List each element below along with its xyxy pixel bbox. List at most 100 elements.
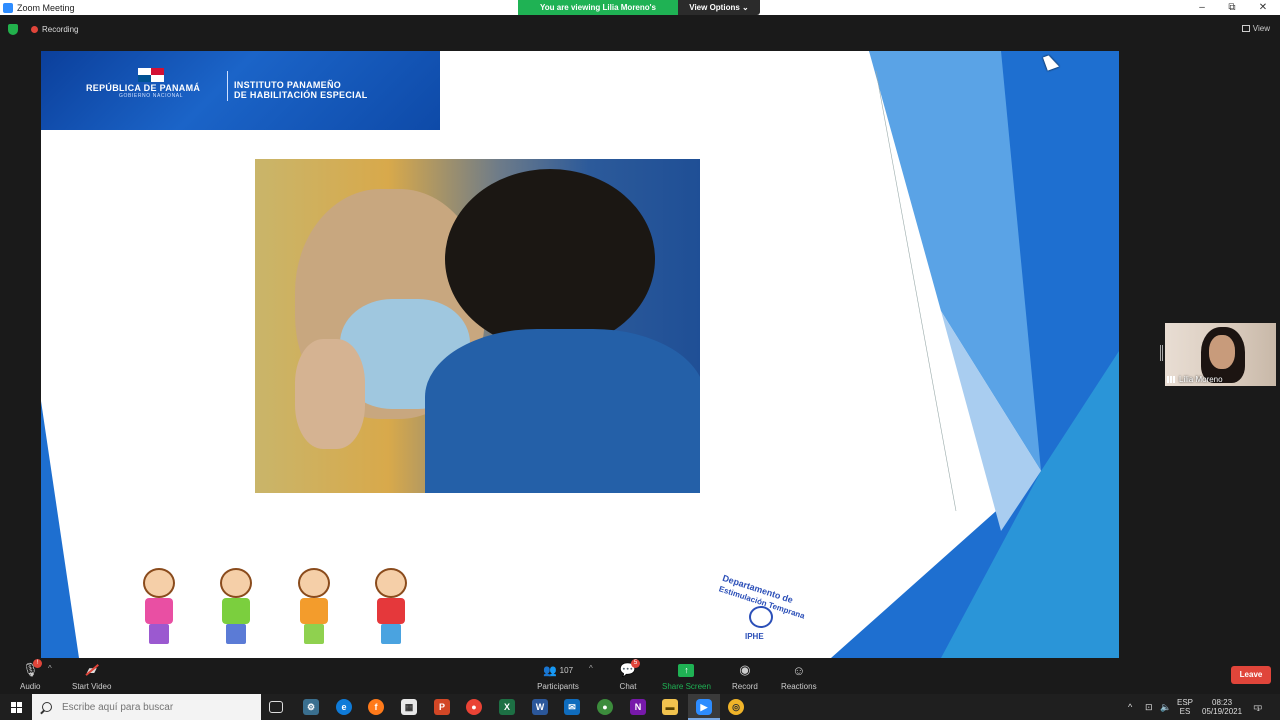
app-settings-icon[interactable]: ⚙ [303,699,319,715]
gallery-view-icon [1241,25,1250,32]
notification-count: 1 [1256,707,1260,713]
search-icon [42,702,52,712]
taskbar-search-input[interactable] [62,701,242,713]
participant-name: Lilia Moreno [1179,375,1223,384]
record-icon: ◉ [739,662,751,677]
record-button[interactable]: ◉ Record [732,660,758,691]
zoom-taskbar-icon[interactable]: ▶ [696,699,712,715]
government-label: GOBIERNO NACIONAL [119,93,184,99]
share-screen-button[interactable]: ↑ Share Screen [662,660,711,691]
audio-label: Audio [20,682,41,691]
zoom-app-icon [3,2,13,13]
dept-logo-org: IPHE [745,632,764,641]
app-circle-icon[interactable]: ◎ [728,699,744,715]
microphone-icon: 🎙! [20,659,43,680]
participants-chevron-icon[interactable]: ^ [589,664,593,673]
language-code: ESP [1177,698,1194,707]
volume-icon[interactable]: 🔈 [1160,694,1171,720]
children-illustration [127,566,423,646]
republic-label: REPÚBLICA DE PANAMÁ [86,83,201,93]
chrome-profile-icon[interactable]: ● [597,699,613,715]
recording-dot-icon [31,26,38,33]
start-button[interactable] [0,694,32,720]
participants-icon: 👥 107 [542,664,574,677]
header-divider [227,71,228,101]
participant-face [1209,335,1235,369]
start-video-button[interactable]: ▰ Start Video [72,660,111,691]
participants-label: Participants [537,682,579,691]
meeting-controls-bar: 🎙! Audio ^ ▰ Start Video 👥107 Participan… [0,658,1280,694]
view-button[interactable]: View [1241,24,1270,33]
left-blue-shape [41,401,79,658]
task-view-icon[interactable] [269,701,283,713]
participant-name-tag: Lilia Moreno [1167,375,1223,384]
department-logo: Departamento de Estimulación Temprana IP… [711,573,821,646]
video-off-icon: ▰ [82,660,102,680]
participant-video-thumbnail[interactable]: Lilia Moreno [1165,323,1276,386]
meeting-info-bar: Recording View [0,15,1280,43]
share-screen-icon: ↑ [676,660,696,680]
view-options-button[interactable]: View Options ⌄ [678,0,760,15]
screen-share-banner: You are viewing Lilia Moreno's screen Vi… [518,0,760,27]
start-video-label: Start Video [72,682,112,691]
ministry-header-band: REPÚBLICA DE PANAMÁ GOBIERNO NACIONAL IN… [41,51,440,130]
signal-strength-icon [1167,376,1176,383]
minimize-button[interactable]: – [1187,0,1217,15]
record-label: Record [732,682,758,691]
notifications-icon[interactable]: ▭ 1 [1253,694,1262,720]
powerpoint-icon[interactable]: P [434,699,450,715]
chat-unread-badge: 5 [631,659,640,668]
firefox-browser-icon[interactable]: f [368,699,384,715]
chat-button[interactable]: 💬 5 Chat [618,659,640,691]
keyboard-layout: ES [1179,707,1191,716]
security-shield-icon[interactable] [8,24,18,35]
share-screen-label: Share Screen [662,682,711,691]
baby-icon [749,606,773,628]
clock-date: 05/19/2021 [1202,707,1243,716]
audio-options-chevron-icon[interactable]: ^ [48,664,52,673]
tray-overflow-chevron-icon[interactable]: ^ [1128,694,1132,720]
recording-indicator[interactable]: Recording [31,25,78,34]
input-language-indicator[interactable]: ESP ES [1177,694,1193,720]
chat-bubble-icon: 💬 5 [618,659,640,680]
windows-logo-icon [10,701,22,713]
reactions-button[interactable]: ☺ Reactions [781,660,817,692]
taskbar-search-box[interactable] [32,694,261,720]
kid-figure [359,566,423,646]
chrome-browser-icon[interactable]: ● [466,699,482,715]
view-label: View [1252,24,1270,33]
participants-button[interactable]: 👥 107 Participants [536,660,580,692]
window-title: Zoom Meeting [17,2,75,13]
clock-time: 08:23 [1212,698,1233,707]
onenote-icon[interactable]: N [630,699,646,715]
institute-name: INSTITUTO PANAMEÑO DE HABILITACIÓN ESPEC… [234,80,368,100]
restore-button[interactable]: ⧉ [1217,0,1247,15]
windows-taskbar: ⚙ e f ▦ P ● X W ✉ ● N ▬ ▶ ◎ ^ ⊡ 🔈 ESP ES… [0,694,1280,720]
audio-warning-badge: ! [33,659,43,668]
institute-line-1: INSTITUTO PANAMEÑO [234,80,342,90]
edge-browser-icon[interactable]: e [336,699,352,715]
institute-line-2: DE HABILITACIÓN ESPECIAL [234,90,368,100]
file-explorer-icon[interactable]: ▬ [662,699,678,715]
close-button[interactable]: ✕ [1248,0,1278,15]
kid-figure [127,566,191,646]
word-icon[interactable]: W [532,699,548,715]
viewing-screen-label: You are viewing Lilia Moreno's screen [518,0,678,27]
mail-icon[interactable]: ✉ [564,699,580,715]
chat-label: Chat [619,682,637,691]
recording-label: Recording [42,25,79,34]
thumbnail-drag-handle[interactable] [1160,345,1163,361]
leave-meeting-button[interactable]: Leave [1231,666,1271,684]
reactions-smiley-icon: ☺ [792,662,806,678]
network-icon[interactable]: ⊡ [1145,694,1153,720]
shared-screen-slide: REPÚBLICA DE PANAMÁ GOBIERNO NACIONAL IN… [41,51,1119,658]
participants-count: 107 [559,665,574,675]
panama-flag-icon [138,68,164,82]
kid-figure [282,566,346,646]
excel-icon[interactable]: X [499,699,515,715]
photo-child-jacket [425,329,700,493]
reactions-label: Reactions [781,682,817,691]
microsoft-store-icon[interactable]: ▦ [401,699,417,715]
taskbar-clock[interactable]: 08:23 05/19/2021 [1202,694,1242,720]
audio-button[interactable]: 🎙! Audio [20,659,43,691]
